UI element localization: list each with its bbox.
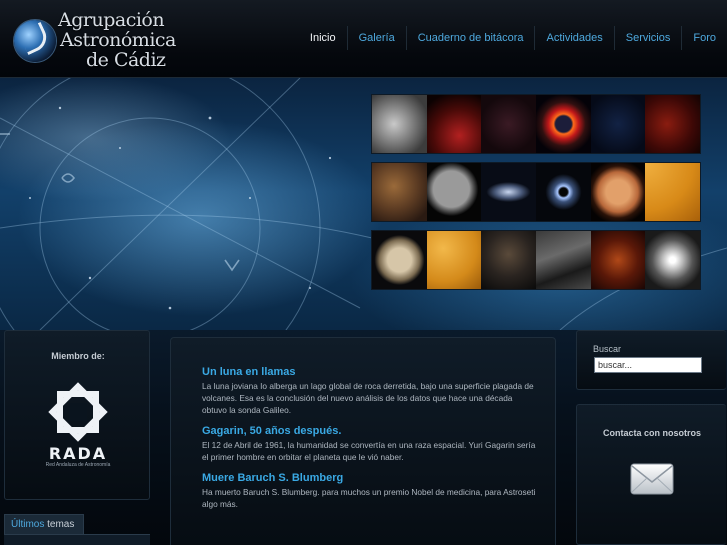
- news-item: Un luna en llamas La luna joviana Io alb…: [202, 365, 537, 416]
- logo-line-1: Agrupación: [58, 9, 165, 31]
- search-input[interactable]: [594, 357, 702, 373]
- tab-bar: [4, 534, 150, 545]
- logo-text: Agrupación Astronómica de Cádiz: [58, 10, 198, 70]
- gallery-thumb-blue-ring[interactable]: [535, 163, 591, 221]
- tab-ultimos-prefix: Últimos: [11, 519, 45, 530]
- logo-emblem-icon: [14, 20, 56, 62]
- site-logo[interactable]: Agrupación Astronómica de Cádiz: [14, 10, 194, 72]
- nav-item-cuaderno[interactable]: Cuaderno de bitácora: [405, 26, 535, 50]
- gallery-thumb-starfield[interactable]: [481, 95, 536, 153]
- thumb-row: [372, 95, 700, 153]
- member-label: Miembro de:: [51, 351, 105, 361]
- gallery-thumb-lunar-surface[interactable]: [535, 231, 591, 289]
- hero-banner: [0, 78, 727, 330]
- gallery-thumb-nebula[interactable]: [372, 163, 427, 221]
- search-label: Buscar: [593, 344, 622, 354]
- rada-star-icon[interactable]: [45, 379, 111, 445]
- contact-panel: Contacta con nosotros: [576, 404, 726, 545]
- news-title[interactable]: Gagarin, 50 años después.: [202, 424, 537, 438]
- gallery-thumb-sun-surface[interactable]: [426, 231, 482, 289]
- gallery-thumb-moon-closeup[interactable]: [645, 231, 700, 289]
- thumb-row: [372, 231, 700, 289]
- gallery-thumb-mars[interactable]: [590, 163, 646, 221]
- nav-item-actividades[interactable]: Actividades: [534, 26, 613, 50]
- content-area: Miembro de: RADA Red Andaluza de Astrono…: [0, 330, 727, 545]
- gallery-thumb-moon-crater[interactable]: [372, 95, 427, 153]
- news-summary: El 12 de Abril de 1961, la humanidad se …: [202, 440, 536, 462]
- thumb-row: [372, 163, 700, 221]
- gallery-thumb-cluster[interactable]: [590, 95, 646, 153]
- logo-line-3: de Cádiz: [86, 49, 166, 71]
- gallery-thumb-dust-nebula[interactable]: [481, 231, 536, 289]
- nav-item-foro[interactable]: Foro: [681, 26, 727, 50]
- envelope-icon[interactable]: [629, 460, 675, 498]
- rada-subtitle: Red Andaluza de Astronomía: [45, 462, 111, 468]
- gallery-thumbnails: [372, 95, 700, 299]
- news-list: Un luna en llamas La luna joviana Io alb…: [202, 365, 537, 518]
- logo-line-2: Astronómica: [60, 29, 176, 51]
- news-summary: La luna joviana Io alberga un lago globa…: [202, 381, 534, 415]
- rada-name: RADA: [48, 444, 108, 463]
- news-item: Gagarin, 50 años después. El 12 de Abril…: [202, 424, 537, 463]
- gallery-thumb-jupiter[interactable]: [372, 231, 427, 289]
- gallery-thumb-ring-nebula[interactable]: [535, 95, 591, 153]
- gallery-thumb-observatory[interactable]: [426, 95, 482, 153]
- tab-ultimos-suffix: temas: [44, 519, 75, 530]
- news-summary: Ha muerto Baruch S. Blumberg. para mucho…: [202, 487, 536, 509]
- gallery-thumb-sun[interactable]: [645, 163, 700, 221]
- gallery-thumb-red-nebula[interactable]: [645, 95, 700, 153]
- gallery-thumb-galaxy[interactable]: [481, 163, 536, 221]
- nav-item-servicios[interactable]: Servicios: [613, 26, 682, 50]
- tab-ultimos-temas[interactable]: Últimos temas: [4, 514, 84, 534]
- news-title[interactable]: Un luna en llamas: [202, 365, 537, 379]
- site-header: Agrupación Astronómica de Cádiz Inicio G…: [0, 0, 727, 78]
- search-panel: Buscar: [576, 330, 726, 390]
- news-item: Muere Baruch S. Blumberg Ha muerto Baruc…: [202, 471, 537, 510]
- nav-item-galeria[interactable]: Galería: [346, 26, 406, 50]
- main-nav: Inicio Galería Cuaderno de bitácora Acti…: [299, 26, 727, 50]
- gallery-thumb-moon[interactable]: [426, 163, 482, 221]
- news-title[interactable]: Muere Baruch S. Blumberg: [202, 471, 537, 485]
- contact-label: Contacta con nosotros: [602, 428, 701, 438]
- gallery-thumb-emission-nebula[interactable]: [590, 231, 646, 289]
- news-panel: Un luna en llamas La luna joviana Io alb…: [170, 337, 556, 545]
- nav-item-inicio[interactable]: Inicio: [299, 26, 347, 50]
- member-panel: Miembro de: RADA Red Andaluza de Astrono…: [4, 330, 150, 500]
